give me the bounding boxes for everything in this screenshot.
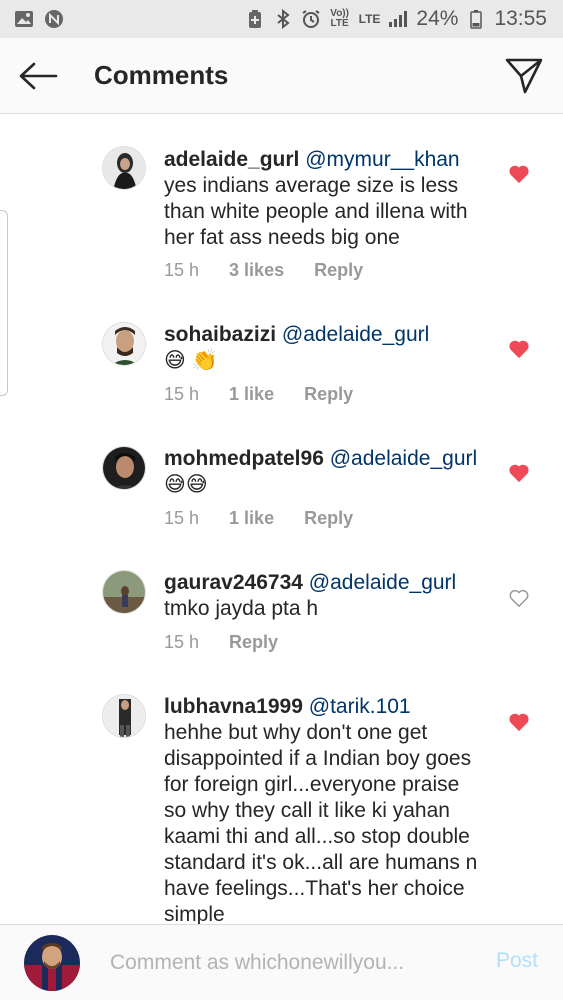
comment-mention[interactable]: @tarik.101	[309, 695, 411, 718]
status-bar: Vo)) LTE LTE 24% 13:55	[0, 0, 563, 38]
comment-message: tmko jayda pta h	[164, 597, 319, 620]
comment-username[interactable]: sohaibazizi	[164, 323, 276, 346]
comment-meta: 15 h Reply	[164, 632, 278, 653]
comment-username[interactable]: mohmedpatel96	[164, 447, 324, 470]
volte-icon: Vo)) LTE	[330, 8, 349, 29]
comment-text: lubhavna1999 @tarik.101 hehhe but why do…	[164, 694, 484, 924]
clock: 13:55	[494, 7, 547, 30]
comment-time: 15 h	[164, 508, 200, 528]
comment-message: hehhe but why don't one get disappointed…	[164, 721, 478, 924]
comment-text: adelaide_gurl @mymur__khan yes indians a…	[164, 147, 484, 251]
direct-send-icon	[505, 58, 543, 94]
comment-meta: 15 h 1 like Reply	[164, 508, 353, 529]
signal-icon	[388, 9, 408, 29]
comment-message: yes indians average size is less than wh…	[164, 174, 468, 249]
bluetooth-icon	[273, 9, 293, 29]
comment-message: 😅 👏	[164, 349, 218, 372]
comment-likes[interactable]: 1 like	[229, 384, 274, 405]
comment-mention[interactable]: @adelaide_gurl	[309, 571, 456, 594]
comment-text: mohmedpatel96 @adelaide_gurl 😅😅	[164, 446, 484, 498]
my-avatar[interactable]	[24, 935, 80, 991]
comment-time: 15 h	[164, 260, 200, 280]
comment-mention[interactable]: @adelaide_gurl	[330, 447, 477, 470]
avatar[interactable]	[102, 146, 146, 190]
page-title: Comments	[94, 60, 229, 90]
navigation-app-icon	[44, 9, 64, 29]
comment-input[interactable]	[110, 947, 470, 979]
heart-outline-icon[interactable]	[508, 588, 530, 608]
reply-button[interactable]: Reply	[304, 384, 353, 405]
comment-text: gaurav246734 @adelaide_gurl tmko jayda p…	[164, 570, 484, 622]
gallery-icon	[14, 9, 34, 29]
heart-filled-icon[interactable]	[508, 339, 530, 359]
reply-button[interactable]: Reply	[314, 260, 363, 281]
comment-mention[interactable]: @mymur__khan	[305, 148, 459, 171]
comment-message: 😅😅	[164, 473, 208, 496]
heart-filled-icon[interactable]	[508, 164, 530, 184]
comment-username[interactable]: gaurav246734	[164, 571, 303, 594]
back-button[interactable]	[16, 57, 60, 95]
avatar[interactable]	[102, 694, 146, 738]
heart-filled-icon[interactable]	[508, 463, 530, 483]
comment-likes[interactable]: 3 likes	[229, 260, 284, 281]
lte-icon: LTE	[358, 12, 381, 26]
direct-send-button[interactable]	[503, 55, 545, 97]
comments-list[interactable]: adelaide_gurl @mymur__khan yes indians a…	[0, 114, 563, 924]
header: Comments	[0, 38, 563, 114]
avatar[interactable]	[102, 322, 146, 366]
comment-likes[interactable]: 1 like	[229, 508, 274, 529]
reply-button[interactable]: Reply	[229, 632, 278, 653]
post-button[interactable]: Post	[496, 949, 538, 973]
comment-composer: Post	[0, 924, 563, 1000]
comment-time: 15 h	[164, 632, 200, 652]
comment-mention[interactable]: @adelaide_gurl	[282, 323, 429, 346]
comment-username[interactable]: lubhavna1999	[164, 695, 303, 718]
heart-filled-icon[interactable]	[508, 712, 530, 732]
comment-username[interactable]: adelaide_gurl	[164, 148, 299, 171]
alarm-icon	[301, 9, 321, 29]
battery-percent: 24%	[416, 7, 459, 30]
comment-time: 15 h	[164, 384, 200, 404]
avatar[interactable]	[102, 570, 146, 614]
back-arrow-icon	[19, 62, 58, 90]
battery-icon	[466, 9, 486, 29]
comment-text: sohaibazizi @adelaide_gurl 😅 👏	[164, 322, 484, 374]
comment-meta: 15 h 1 like Reply	[164, 384, 353, 405]
comment-meta: 15 h 3 likes Reply	[164, 260, 363, 281]
avatar[interactable]	[102, 446, 146, 490]
battery-saver-icon	[245, 9, 265, 29]
reply-button[interactable]: Reply	[304, 508, 353, 529]
